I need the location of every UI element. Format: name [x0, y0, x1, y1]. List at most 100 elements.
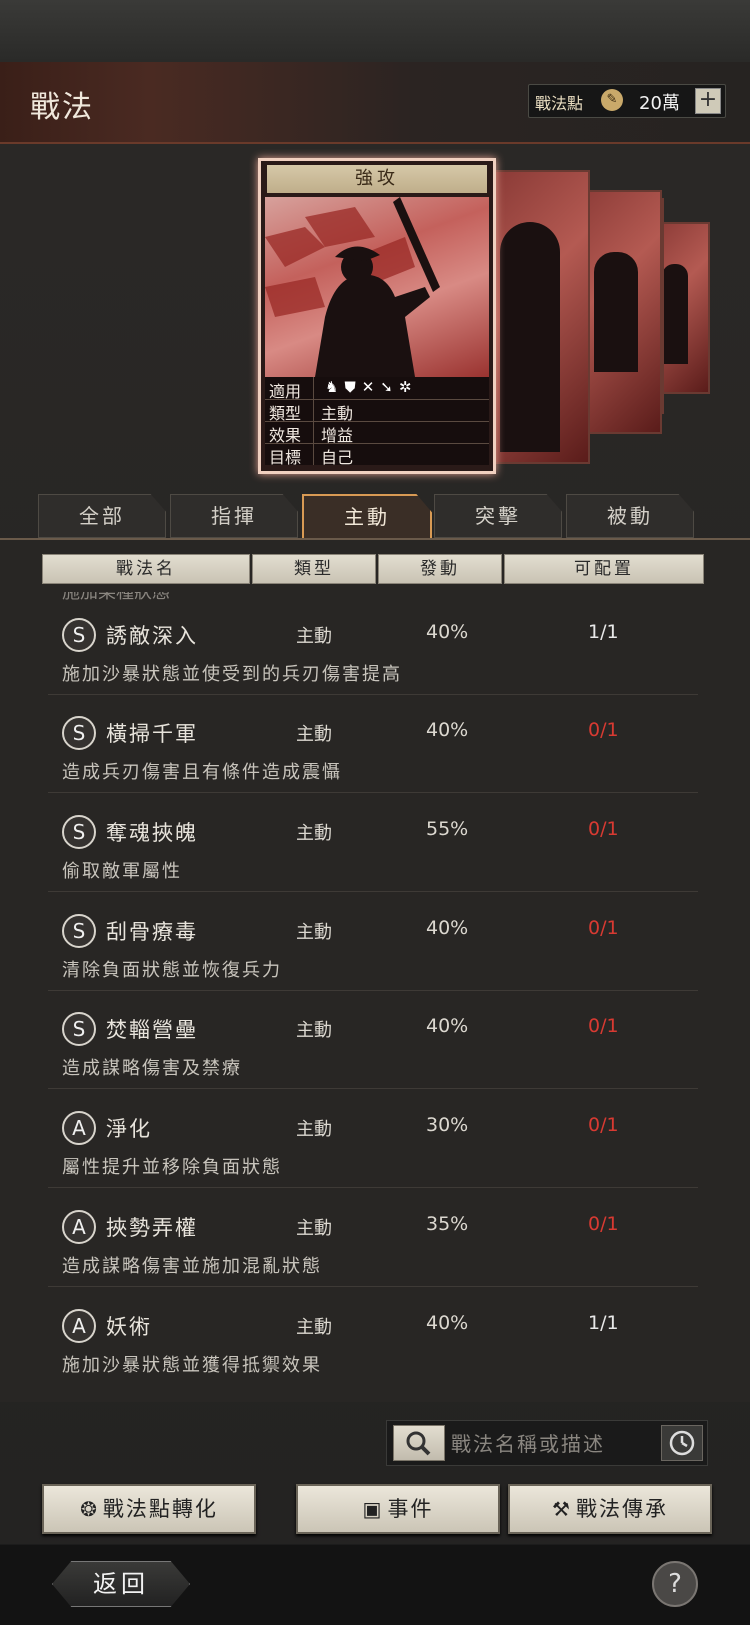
card-title: 強攻 [267, 165, 487, 193]
tab-all[interactable]: 全部 [38, 494, 166, 538]
tactic-slot: 1/1 [588, 1312, 619, 1334]
back-button[interactable]: 返回 [52, 1561, 190, 1607]
tactic-description: 偷取敵軍屬性 [62, 861, 182, 882]
list-item[interactable]: A 淨化 主動 30% 0/1 屬性提升並移除負面狀態 [48, 1091, 698, 1188]
list-item[interactable]: S 誘敵深入 主動 40% 1/1 施加沙暴狀態並使受到的兵刃傷害提高 [48, 598, 698, 695]
category-tabs: 全部 指揮 主動 突擊 被動 [38, 494, 718, 540]
tactic-rate: 40% [426, 1312, 469, 1334]
list-item[interactable]: S 奪魂挾魄 主動 55% 0/1 偷取敵軍屬性 [48, 795, 698, 892]
tactic-name: 妖術 [106, 1315, 152, 1339]
flame-icon: ❂ [80, 1497, 99, 1521]
tab-assault[interactable]: 突擊 [434, 494, 562, 538]
tactic-description: 施加沙暴狀態並獲得抵禦效果 [62, 1355, 322, 1376]
tactic-description: 造成謀略傷害並施加混亂狀態 [62, 1256, 322, 1277]
shield-icon: ⛊ [344, 378, 362, 396]
tactic-slot: 1/1 [588, 621, 619, 643]
card-info-row: 目標 自己 [265, 443, 489, 467]
feather-icon: ✎ [601, 89, 623, 111]
tactic-slot: 0/1 [588, 818, 619, 840]
inherit-tactic-button[interactable]: ⚒ 戰法傳承 [508, 1484, 712, 1534]
tactic-name: 橫掃千軍 [106, 722, 198, 746]
tactic-rate: 40% [426, 621, 469, 643]
card-info-row: 效果 增益 [265, 421, 489, 445]
grade-badge: A [62, 1309, 96, 1343]
tactic-description: 造成謀略傷害及禁療 [62, 1058, 242, 1079]
event-icon: ▣ [362, 1497, 384, 1521]
tactic-list-panel: 戰法名 類型 發動 可配置 施加某種狀態 S 誘敵深入 主動 40% 1/1 施… [0, 540, 750, 1402]
tactic-description: 造成兵刃傷害且有條件造成震懾 [62, 762, 342, 783]
history-button[interactable] [661, 1425, 703, 1461]
tactic-type: 主動 [296, 1020, 332, 1041]
tactic-rate: 40% [426, 917, 469, 939]
list-item[interactable]: S 刮骨療毒 主動 40% 0/1 清除負面狀態並恢復兵力 [48, 894, 698, 991]
tactic-slot: 0/1 [588, 917, 619, 939]
grade-badge: A [62, 1111, 96, 1145]
tactic-rate: 40% [426, 719, 469, 741]
tactic-name: 淨化 [106, 1117, 152, 1141]
grade-badge: S [62, 914, 96, 948]
tab-active[interactable]: 主動 [302, 494, 432, 540]
column-header-slots[interactable]: 可配置 [504, 554, 704, 584]
tactic-slot: 0/1 [588, 1114, 619, 1136]
bow-icon: ✕ [361, 378, 381, 396]
tactic-name: 焚輜營壘 [106, 1018, 198, 1042]
add-points-button[interactable]: + [695, 88, 721, 114]
tactic-type: 主動 [296, 1119, 332, 1140]
wheel-icon: ✲ [398, 378, 418, 396]
spear-icon: ➘ [380, 378, 399, 396]
search-input[interactable] [449, 1427, 649, 1461]
tactic-points-value: 20萬 [639, 93, 680, 114]
tactic-type: 主動 [296, 1317, 332, 1338]
list-item[interactable]: S 焚輜營壘 主動 40% 0/1 造成謀略傷害及禁療 [48, 992, 698, 1089]
tactic-points-box: 戰法點 ✎ 20萬 + [528, 84, 726, 118]
tactic-list[interactable]: 施加某種狀態 S 誘敵深入 主動 40% 1/1 施加沙暴狀態並使受到的兵刃傷害… [0, 592, 750, 1400]
column-header-trigger[interactable]: 發動 [378, 554, 502, 584]
grade-badge: S [62, 716, 96, 750]
tactic-rate: 55% [426, 818, 469, 840]
grade-badge: S [62, 618, 96, 652]
tactic-slot: 0/1 [588, 1015, 619, 1037]
card-info-row: 類型 主動 [265, 399, 489, 423]
tactic-slot: 0/1 [588, 1213, 619, 1235]
events-button[interactable]: ▣ 事件 [296, 1484, 500, 1534]
tactic-description: 屬性提升並移除負面狀態 [62, 1157, 282, 1178]
column-header-name[interactable]: 戰法名 [42, 554, 250, 584]
hammer-icon: ⚒ [552, 1497, 572, 1521]
tab-passive[interactable]: 被動 [566, 494, 694, 538]
footer-bar: 返回 ? [0, 1545, 750, 1625]
card-info-table: 適用 ♞⛊✕➘✲ 類型 主動 效果 增益 目標 自己 [265, 377, 489, 467]
top-decor-bar [0, 0, 750, 62]
search-bar [386, 1420, 708, 1466]
card-info-row: 適用 ♞⛊✕➘✲ [265, 377, 489, 401]
list-item[interactable]: S 橫掃千軍 主動 40% 0/1 造成兵刃傷害且有條件造成震懾 [48, 696, 698, 793]
tactic-rate: 40% [426, 1015, 469, 1037]
search-button[interactable] [393, 1425, 445, 1461]
header-bar: 戰法 戰法點 ✎ 20萬 + [0, 62, 750, 144]
card-artwork [265, 197, 489, 377]
grade-badge: S [62, 1012, 96, 1046]
list-item[interactable]: A 妖術 主動 40% 1/1 施加沙暴狀態並獲得抵禦效果 [48, 1289, 698, 1385]
tactic-type: 主動 [296, 724, 332, 745]
help-button[interactable]: ? [652, 1561, 698, 1607]
tactic-name: 挾勢弄權 [106, 1216, 198, 1240]
tab-command[interactable]: 指揮 [170, 494, 298, 538]
selected-tactic-card[interactable]: 強攻 適用 ♞⛊✕➘✲ 類型 主動 效果 增益 目標 自己 [258, 158, 496, 474]
tactic-description: 施加沙暴狀態並使受到的兵刃傷害提高 [62, 664, 402, 685]
column-header-type[interactable]: 類型 [252, 554, 376, 584]
tactic-type: 主動 [296, 922, 332, 943]
search-icon [406, 1431, 431, 1456]
tactic-rate: 35% [426, 1213, 469, 1235]
grade-badge: A [62, 1210, 96, 1244]
tactic-slot: 0/1 [588, 719, 619, 741]
grade-badge: S [62, 815, 96, 849]
applicable-troop-icons: ♞⛊✕➘✲ [325, 378, 417, 396]
tactic-type: 主動 [296, 823, 332, 844]
tactic-type: 主動 [296, 626, 332, 647]
convert-points-button[interactable]: ❂ 戰法點轉化 [42, 1484, 256, 1534]
column-headers: 戰法名 類型 發動 可配置 [42, 554, 708, 584]
tactic-type: 主動 [296, 1218, 332, 1239]
tactic-name: 奪魂挾魄 [106, 821, 198, 845]
list-item[interactable]: A 挾勢弄權 主動 35% 0/1 造成謀略傷害並施加混亂狀態 [48, 1190, 698, 1287]
tactic-card-back[interactable] [490, 170, 590, 464]
tactic-rate: 30% [426, 1114, 469, 1136]
